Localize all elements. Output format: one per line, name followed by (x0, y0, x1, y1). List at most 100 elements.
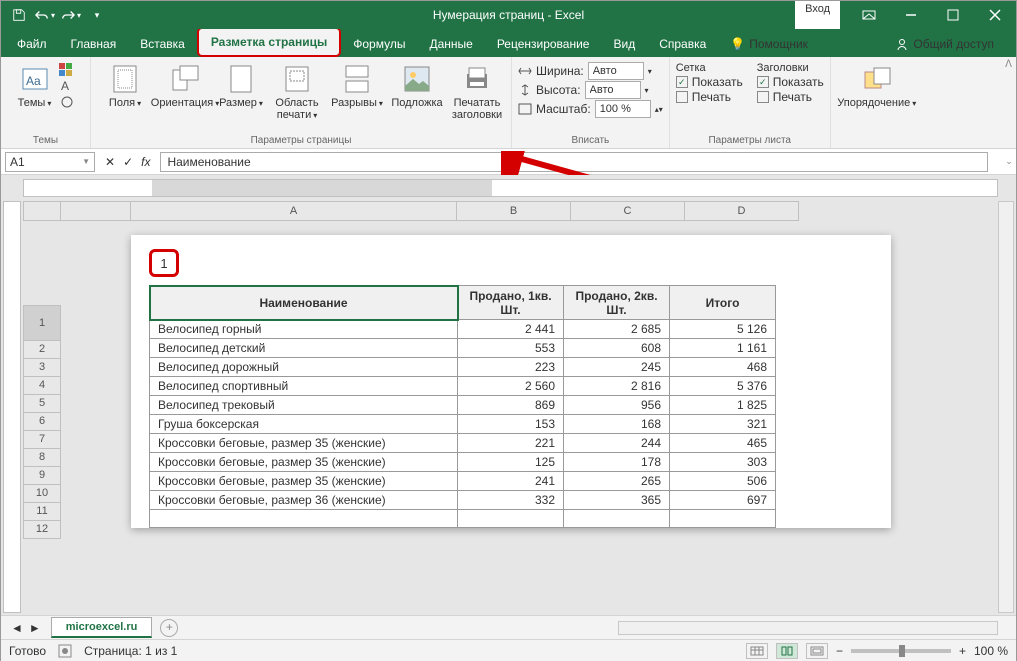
row-header[interactable]: 9 (23, 467, 61, 485)
table-cell[interactable]: 506 (670, 472, 776, 491)
qat-customize[interactable]: ▾ (85, 3, 109, 27)
row-header[interactable]: 2 (23, 341, 61, 359)
table-cell[interactable]: Кроссовки беговые, размер 35 (женские) (150, 453, 458, 472)
table-cell[interactable]: 468 (670, 358, 776, 377)
margins-button[interactable]: Поля (97, 61, 153, 112)
col-header-D[interactable]: D (685, 201, 799, 221)
tab-view[interactable]: Вид (601, 31, 647, 57)
cancel-formula-icon[interactable]: ✕ (105, 155, 115, 169)
formula-bar[interactable]: Наименование (160, 152, 988, 172)
scale-percent-input[interactable] (595, 100, 651, 118)
tab-tellme[interactable]: 💡Помощник (718, 31, 820, 57)
row-header[interactable]: 11 (23, 503, 61, 521)
tab-formulas[interactable]: Формулы (341, 31, 417, 57)
col-header-C[interactable]: C (571, 201, 685, 221)
view-pagebreak-icon[interactable] (806, 643, 828, 659)
scale-width-input[interactable] (588, 62, 644, 80)
name-box[interactable]: A1▼ (5, 152, 95, 172)
row-header[interactable]: 10 (23, 485, 61, 503)
sheet-nav-next[interactable]: ► (29, 621, 41, 635)
select-all-corner[interactable] (23, 201, 61, 221)
table-cell[interactable]: 321 (670, 415, 776, 434)
table-cell[interactable]: 1 825 (670, 396, 776, 415)
table-header-q1[interactable]: Продано, 1кв. Шт. (458, 286, 564, 320)
horizontal-scrollbar[interactable] (618, 621, 998, 635)
table-cell[interactable]: 697 (670, 491, 776, 510)
orientation-button[interactable]: Ориентация (157, 61, 213, 112)
add-sheet-button[interactable]: + (160, 619, 178, 637)
table-header-total[interactable]: Итого (670, 286, 776, 320)
table-cell[interactable]: Велосипед дорожный (150, 358, 458, 377)
table-header-name[interactable]: Наименование (150, 286, 458, 320)
table-cell[interactable]: 608 (564, 339, 670, 358)
ribbon-options-icon[interactable] (848, 1, 890, 29)
theme-effects-button[interactable] (59, 95, 77, 109)
theme-colors-button[interactable] (59, 63, 77, 77)
table-cell[interactable] (150, 510, 458, 528)
headings-show-checkbox[interactable]: ✓ (757, 76, 769, 88)
tab-file[interactable]: Файл (5, 31, 59, 57)
view-pagelayout-icon[interactable] (776, 643, 798, 659)
table-cell[interactable]: 365 (564, 491, 670, 510)
row-header[interactable]: 6 (23, 413, 61, 431)
col-header-A[interactable]: A (131, 201, 457, 221)
expand-formula-icon[interactable]: ⌄ (1002, 156, 1016, 167)
table-cell[interactable]: 178 (564, 453, 670, 472)
save-button[interactable] (7, 3, 31, 27)
row-header[interactable]: 1 (23, 305, 61, 341)
table-cell[interactable]: Велосипед детский (150, 339, 458, 358)
zoom-out-button[interactable]: − (836, 644, 843, 658)
table-cell[interactable]: 221 (458, 434, 564, 453)
table-cell[interactable]: 244 (564, 434, 670, 453)
table-cell[interactable]: 956 (564, 396, 670, 415)
table-cell[interactable]: Груша боксерская (150, 415, 458, 434)
tab-home[interactable]: Главная (59, 31, 129, 57)
table-cell[interactable]: 265 (564, 472, 670, 491)
sheet-tab[interactable]: microexcel.ru (51, 617, 153, 638)
row-header[interactable]: 8 (23, 449, 61, 467)
sheet-nav-prev[interactable]: ◄ (11, 621, 23, 635)
zoom-value[interactable]: 100 % (974, 644, 1008, 658)
headings-print-checkbox[interactable] (757, 91, 769, 103)
table-cell[interactable]: 241 (458, 472, 564, 491)
macro-record-icon[interactable] (58, 644, 72, 658)
table-cell[interactable]: 2 685 (564, 320, 670, 339)
close-button[interactable] (974, 1, 1016, 29)
table-cell[interactable]: Велосипед трековый (150, 396, 458, 415)
row-header[interactable]: 5 (23, 395, 61, 413)
table-cell[interactable]: 5 126 (670, 320, 776, 339)
tab-pagelayout[interactable]: Разметка страницы (197, 27, 341, 57)
row-header[interactable]: 4 (23, 377, 61, 395)
tab-review[interactable]: Рецензирование (485, 31, 602, 57)
themes-button[interactable]: Aa Темы (15, 61, 55, 112)
table-cell[interactable]: Велосипед спортивный (150, 377, 458, 396)
background-button[interactable]: Подложка (389, 61, 445, 111)
row-header[interactable]: 7 (23, 431, 61, 449)
table-cell[interactable]: 153 (458, 415, 564, 434)
maximize-button[interactable] (932, 1, 974, 29)
breaks-button[interactable]: Разрывы (329, 61, 385, 112)
view-normal-icon[interactable] (746, 643, 768, 659)
table-cell[interactable]: 168 (564, 415, 670, 434)
gridlines-show-checkbox[interactable]: ✓ (676, 76, 688, 88)
table-cell[interactable] (670, 510, 776, 528)
table-cell[interactable]: 5 376 (670, 377, 776, 396)
fx-icon[interactable]: fx (141, 155, 150, 169)
table-cell[interactable]: 553 (458, 339, 564, 358)
enter-formula-icon[interactable]: ✓ (123, 155, 133, 169)
table-cell[interactable] (564, 510, 670, 528)
table-cell[interactable]: 2 816 (564, 377, 670, 396)
zoom-in-button[interactable]: + (959, 644, 966, 658)
table-cell[interactable]: 332 (458, 491, 564, 510)
row-header[interactable]: 12 (23, 521, 61, 539)
table-cell[interactable]: 223 (458, 358, 564, 377)
collapse-ribbon-icon[interactable]: ᐱ (1005, 59, 1012, 70)
table-cell[interactable]: Кроссовки беговые, размер 35 (женские) (150, 472, 458, 491)
arrange-button[interactable]: Упорядочение (837, 61, 917, 112)
size-button[interactable]: Размер (217, 61, 265, 112)
minimize-button[interactable] (890, 1, 932, 29)
table-cell[interactable]: 303 (670, 453, 776, 472)
tab-help[interactable]: Справка (647, 31, 718, 57)
col-header-B[interactable]: B (457, 201, 571, 221)
table-header-q2[interactable]: Продано, 2кв. Шт. (564, 286, 670, 320)
